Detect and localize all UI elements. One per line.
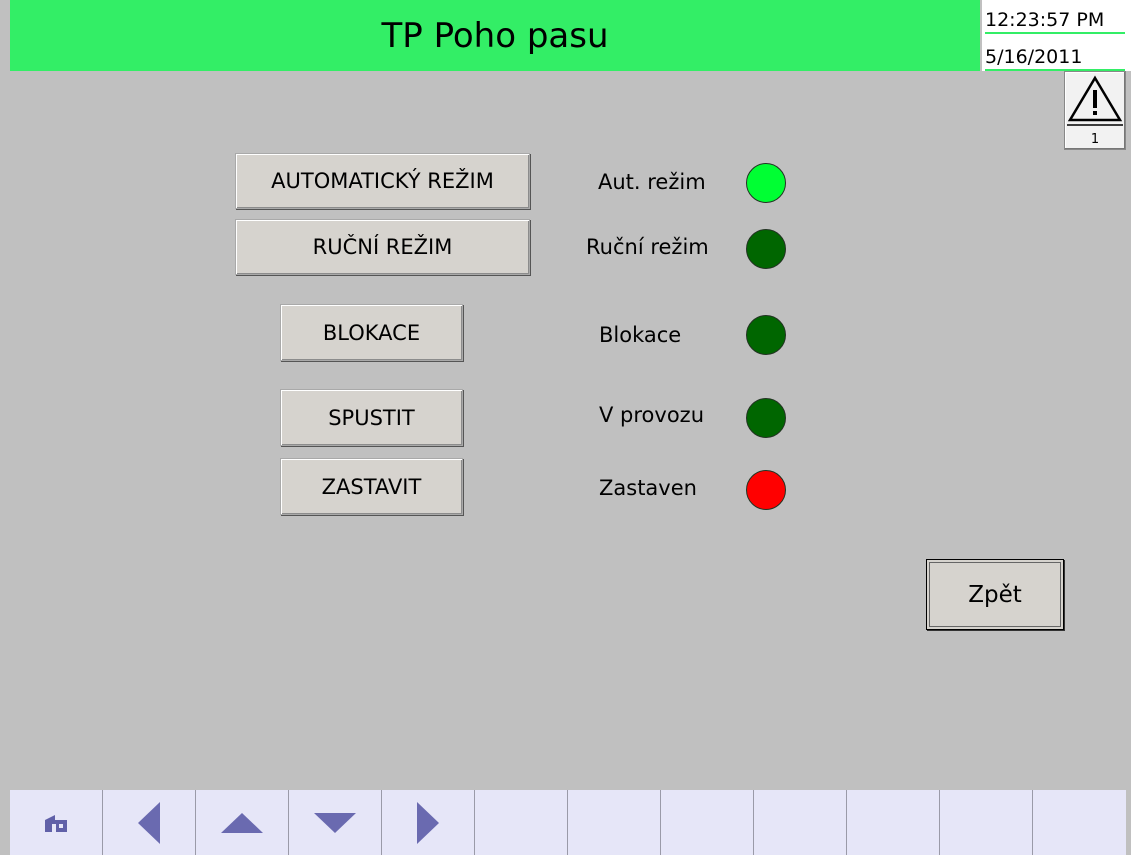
function-key-8[interactable]: [661, 790, 754, 855]
function-key-12[interactable]: [1033, 790, 1126, 855]
stop-button[interactable]: ZASTAVIT: [280, 458, 463, 515]
stopped-status-label: Zastaven: [599, 476, 697, 500]
previous-button[interactable]: [103, 790, 196, 855]
automatic-mode-button[interactable]: AUTOMATICKÝ REŽIM: [235, 153, 530, 209]
running-lamp: [746, 398, 786, 438]
block-lamp: [746, 315, 786, 355]
next-button[interactable]: [382, 790, 475, 855]
auto-mode-status-label: Aut. režim: [598, 170, 706, 194]
warning-icon: [1067, 75, 1123, 126]
home-button[interactable]: [10, 790, 103, 855]
function-key-11[interactable]: [940, 790, 1033, 855]
stopped-lamp: [746, 470, 786, 510]
title-bar: TP Poho pasu: [10, 0, 980, 71]
clock-panel: 12:23:57 PM 5/16/2011: [982, 0, 1131, 71]
manual-mode-lamp: [746, 229, 786, 269]
back-button[interactable]: Zpět: [926, 559, 1064, 630]
function-key-9[interactable]: [754, 790, 847, 855]
manual-mode-status-label: Ruční režim: [586, 235, 709, 259]
running-status-label: V provozu: [599, 403, 704, 427]
arrow-up-icon: [221, 812, 263, 833]
navigation-bar: [10, 790, 1131, 855]
up-button[interactable]: [196, 790, 289, 855]
alarm-indicator-button[interactable]: 1: [1064, 71, 1126, 150]
function-key-10[interactable]: [847, 790, 940, 855]
block-status-label: Blokace: [599, 323, 682, 347]
date-display: 5/16/2011: [985, 46, 1125, 71]
arrow-left-icon: [138, 801, 160, 844]
time-display: 12:23:57 PM: [985, 9, 1125, 34]
manual-mode-button[interactable]: RUČNÍ REŽIM: [235, 219, 530, 275]
arrow-down-icon: [314, 812, 356, 833]
block-button[interactable]: BLOKACE: [280, 304, 463, 361]
function-key-7[interactable]: [568, 790, 661, 855]
start-button[interactable]: SPUSTIT: [280, 389, 463, 446]
auto-mode-lamp: [746, 163, 786, 203]
home-icon: [45, 814, 67, 832]
arrow-right-icon: [417, 801, 439, 844]
down-button[interactable]: [289, 790, 382, 855]
screen-title: TP Poho pasu: [381, 15, 609, 56]
alarm-count: 1: [1090, 132, 1100, 147]
function-key-6[interactable]: [475, 790, 568, 855]
